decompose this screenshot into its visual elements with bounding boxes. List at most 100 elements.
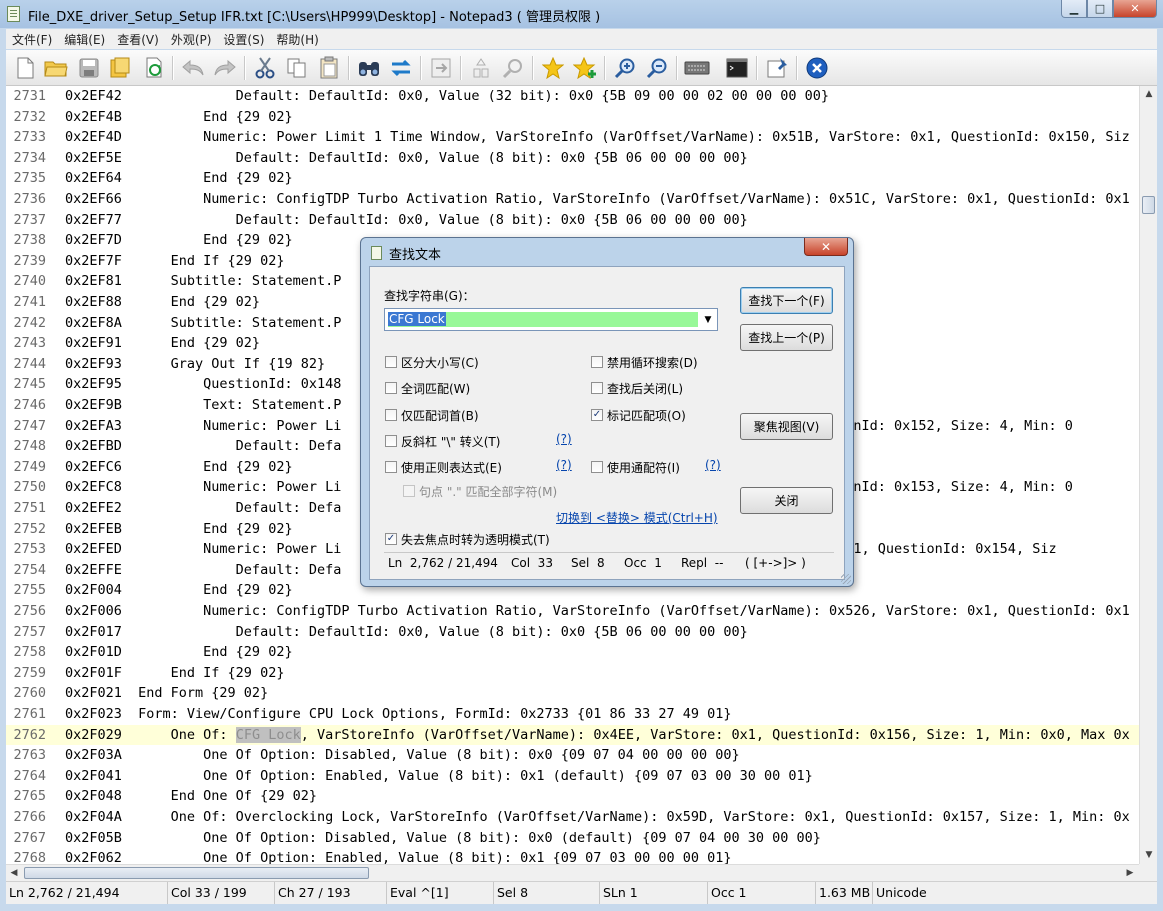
save-as-icon[interactable] (107, 55, 133, 81)
copy-icon[interactable] (284, 55, 310, 81)
dropdown-arrow-icon[interactable]: ▼ (701, 313, 715, 327)
line-text: 0x2EF5E Default: DefaultId: 0x0, Value (… (65, 149, 748, 166)
undo-icon[interactable] (180, 55, 206, 81)
zoom-out-icon[interactable] (644, 55, 670, 81)
line-number: 2744 (13, 355, 46, 372)
transparent-checkbox[interactable]: ✓ (385, 533, 397, 545)
editor-line[interactable]: 2733 0x2EF4D Numeric: Power Limit 1 Time … (6, 127, 1139, 148)
help-link-escape[interactable]: (?) (556, 432, 572, 446)
menu-edit[interactable]: 编辑(E) (58, 31, 111, 48)
editor-line[interactable]: 2736 0x2EF66 Numeric: ConfigTDP Turbo Act… (6, 189, 1139, 210)
zoom-in-icon[interactable] (612, 55, 638, 81)
find-dialog-icon (371, 246, 382, 260)
scroll-right-icon[interactable]: ▶ (1122, 865, 1138, 881)
new-file-icon[interactable] (12, 55, 38, 81)
goto-icon[interactable] (428, 55, 454, 81)
editor-line[interactable]: 2760 0x2F021 End Form {29 02} (6, 683, 1139, 704)
status-sel-lines[interactable]: SLn 1 (600, 882, 708, 904)
horizontal-scroll-thumb[interactable] (24, 867, 369, 879)
menu-file[interactable]: 文件(F) (6, 31, 58, 48)
menu-appearance[interactable]: 外观(P) (165, 31, 218, 48)
keyboard-icon[interactable] (684, 55, 710, 81)
scroll-down-icon[interactable]: ▼ (1141, 847, 1157, 863)
title-bar[interactable]: File_DXE_driver_Setup_Setup IFR.txt [C:\… (0, 0, 1163, 28)
editor-line[interactable]: 2766 0x2F04A One Of: Overclocking Lock, V… (6, 807, 1139, 828)
mark-occurrences-checkbox[interactable]: ✓ (591, 409, 603, 421)
editor-line[interactable]: 2764 0x2F041 One Of Option: Enabled, Valu… (6, 766, 1139, 787)
status-selection[interactable]: Sel 8 (494, 882, 600, 904)
scroll-up-icon[interactable]: ▲ (1141, 86, 1157, 102)
wildcard-checkbox[interactable] (591, 461, 603, 473)
editor-line[interactable]: 2763 0x2F03A One Of Option: Disabled, Val… (6, 745, 1139, 766)
dialog-close-action-button[interactable]: 关闭 (740, 487, 833, 514)
editor-line[interactable]: 2765 0x2F048 End One Of {29 02} (6, 786, 1139, 807)
status-column[interactable]: Col 33 / 199 (168, 882, 275, 904)
save-icon[interactable] (76, 55, 102, 81)
editor-line[interactable]: 2734 0x2EF5E Default: DefaultId: 0x0, Val… (6, 148, 1139, 169)
editor-line[interactable]: 2761 0x2F023 Form: View/Configure CPU Loc… (6, 704, 1139, 725)
editor-line[interactable]: 2735 0x2EF64 End {29 02} (6, 168, 1139, 189)
scroll-left-icon[interactable]: ◀ (6, 865, 22, 881)
find-next-icon[interactable] (500, 55, 526, 81)
editor-line[interactable]: 2731 0x2EF42 Default: DefaultId: 0x0, Val… (6, 86, 1139, 107)
minimize-button[interactable]: ▁ (1061, 0, 1087, 18)
help-link-wildcard[interactable]: (?) (705, 458, 721, 472)
zoom-view-icon[interactable] (468, 55, 494, 81)
paste-icon[interactable] (316, 55, 342, 81)
cut-icon[interactable] (252, 55, 278, 81)
dialog-close-button[interactable]: ✕ (804, 238, 848, 256)
backslash-escape-checkbox[interactable] (385, 435, 397, 447)
search-combobox[interactable]: CFG Lock ▼ (384, 308, 718, 331)
no-wrap-checkbox[interactable] (591, 356, 603, 368)
status-eval[interactable]: Eval ^[1] (387, 882, 494, 904)
find-icon[interactable] (356, 55, 382, 81)
focus-view-button[interactable]: 聚焦视图(V) (740, 413, 833, 440)
pin-icon[interactable] (764, 55, 790, 81)
word-start-checkbox[interactable] (385, 409, 397, 421)
editor-line[interactable]: 2759 0x2F01F End If {29 02} (6, 663, 1139, 684)
whole-word-checkbox[interactable] (385, 382, 397, 394)
vertical-scroll-thumb[interactable] (1142, 196, 1155, 214)
status-file-size[interactable]: 1.63 MB (816, 882, 873, 904)
close-button[interactable]: ✕ (1113, 0, 1157, 18)
status-char[interactable]: Ch 27 / 193 (275, 882, 387, 904)
star-icon[interactable] (540, 55, 566, 81)
editor-line[interactable]: 2737 0x2EF77 Default: DefaultId: 0x0, Val… (6, 210, 1139, 231)
switch-replace-link[interactable]: 切换到 <替换> 模式(Ctrl+H) (556, 509, 718, 526)
editor-line[interactable]: 2756 0x2F006 Numeric: ConfigTDP Turbo Act… (6, 601, 1139, 622)
horizontal-scrollbar[interactable]: ◀ ▶ (6, 864, 1139, 881)
open-folder-icon[interactable] (43, 55, 69, 81)
editor-line[interactable]: 2768 0x2F062 One Of Option: Enabled, Valu… (6, 848, 1139, 864)
line-number: 2752 (13, 520, 46, 537)
help-link-regex[interactable]: (?) (556, 458, 572, 472)
line-text: 0x2F006 Numeric: ConfigTDP Turbo Activat… (65, 603, 1130, 619)
status-occurrences[interactable]: Occ 1 (708, 882, 816, 904)
refresh-icon[interactable] (141, 55, 167, 81)
terminal-icon[interactable] (724, 55, 750, 81)
find-next-button[interactable]: 查找下一个(F) (740, 287, 833, 314)
close-after-find-checkbox[interactable] (591, 382, 603, 394)
editor-line-current[interactable]: 2762 0x2F029 One Of: CFG Lock, VarStoreIn… (6, 724, 1139, 746)
redo-icon[interactable] (212, 55, 238, 81)
regex-checkbox[interactable] (385, 461, 397, 473)
search-input[interactable]: CFG Lock (388, 312, 698, 327)
editor-line[interactable]: 2732 0x2EF4B End {29 02} (6, 107, 1139, 128)
match-case-label: 区分大小写(C) (401, 356, 479, 370)
dot-all-checkbox[interactable] (403, 485, 415, 497)
find-prev-button[interactable]: 查找上一个(P) (740, 324, 833, 351)
status-line[interactable]: Ln 2,762 / 21,494 (6, 882, 168, 904)
maximize-button[interactable]: □ (1087, 0, 1113, 18)
menu-view[interactable]: 查看(V) (111, 31, 165, 48)
menu-settings[interactable]: 设置(S) (217, 31, 270, 48)
editor-line[interactable]: 2757 0x2F017 Default: DefaultId: 0x0, Val… (6, 622, 1139, 643)
editor-line[interactable]: 2758 0x2F01D End {29 02} (6, 642, 1139, 663)
status-encoding[interactable]: Unicode (873, 882, 933, 904)
replace-icon[interactable] (388, 55, 414, 81)
vertical-scrollbar[interactable]: ▲ ▼ (1139, 86, 1157, 864)
exit-icon[interactable] (804, 55, 830, 81)
menu-help[interactable]: 帮助(H) (270, 31, 324, 48)
editor-line[interactable]: 2767 0x2F05B One Of Option: Disabled, Val… (6, 828, 1139, 849)
resize-grip-icon[interactable] (841, 574, 851, 584)
match-case-checkbox[interactable] (385, 356, 397, 368)
star-add-icon[interactable] (572, 55, 598, 81)
